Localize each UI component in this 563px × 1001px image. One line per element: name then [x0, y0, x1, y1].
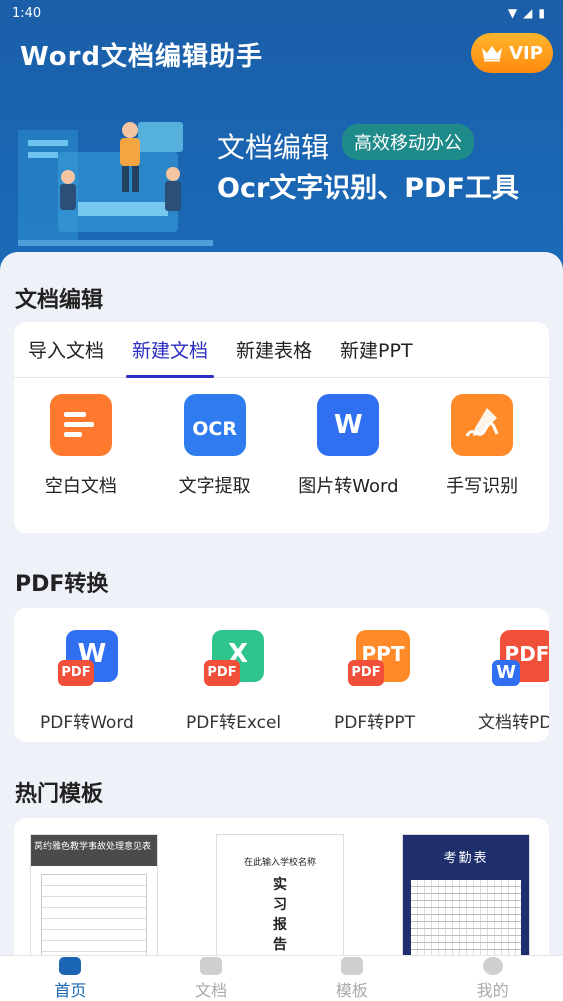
image-to-word-button[interactable]: W 图片转Word: [282, 394, 416, 498]
nav-home-label: 首页: [54, 980, 87, 1000]
template-card[interactable]: 在此输入学校名称 实 习 报 告: [216, 834, 344, 974]
handwriting-label: 手写识别: [446, 476, 519, 497]
doc-to-pdf-icon[interactable]: PDF W: [492, 630, 549, 690]
office-illustration: [18, 122, 213, 246]
handwriting-icon: [451, 394, 514, 456]
pdf-to-word-icon: W PDF: [58, 630, 118, 690]
document-icon: [200, 956, 223, 975]
text-extract-label: 文字提取: [178, 476, 251, 497]
blank-doc-label: 空白文档: [44, 476, 117, 497]
nav-templates-label: 模板: [335, 980, 368, 1000]
crown-icon: [482, 46, 503, 62]
template-title: 在此输入学校名称: [243, 858, 316, 868]
wifi-icon: ▼: [507, 6, 518, 20]
text-extract-button[interactable]: OCR 文字提取: [148, 394, 282, 498]
template-title: 莴约雅色教学事故处理意见表: [31, 835, 157, 866]
templates-card: 莴约雅色教学事故处理意见表 在此输入学校名称 实 习 报 告 考勤表: [14, 818, 549, 978]
pdf-to-excel-icon[interactable]: X PDF: [204, 630, 264, 690]
pdf-title: PDF转换: [15, 572, 109, 597]
template-line: 告: [273, 937, 287, 953]
doc-edit-tabs: 导入文档 新建文档 新建表格 新建PPT: [14, 322, 549, 378]
vip-button[interactable]: VIP: [471, 33, 553, 73]
template-line: 习: [273, 897, 287, 913]
doc-to-pdf-label: 文档转PDF: [478, 713, 549, 733]
app-title: Word文档编辑助手: [20, 42, 264, 72]
doc-edit-card: 导入文档 新建文档 新建表格 新建PPT 空白文档 OCR 文字提取 W 图片转…: [14, 322, 549, 533]
tab-new-doc[interactable]: 新建文档: [126, 322, 215, 378]
handwriting-button[interactable]: 手写识别: [415, 394, 549, 498]
image-to-word-label: 图片转Word: [298, 476, 399, 497]
blank-doc-button[interactable]: 空白文档: [14, 394, 148, 498]
profile-icon: [482, 956, 503, 975]
tab-new-sheet[interactable]: 新建表格: [236, 322, 312, 378]
doc-edit-title: 文档编辑: [15, 288, 104, 313]
battery-icon: ▮: [538, 6, 545, 20]
image-to-word-icon: W: [317, 394, 380, 456]
template-line: 报: [273, 917, 287, 933]
vip-label: VIP: [509, 42, 543, 64]
pdf-to-word-label: PDF转Word: [40, 713, 134, 733]
template-table-preview: [41, 874, 147, 964]
template-card[interactable]: 考勤表: [402, 834, 530, 974]
status-time: 1:40: [12, 5, 42, 21]
banner-line2: Ocr文字识别、PDF工具: [217, 173, 519, 204]
pdf-to-excel-label: PDF转Excel: [186, 713, 282, 733]
banner-line1: 文档编辑: [217, 131, 330, 164]
template-line: 实: [273, 877, 287, 893]
bottom-nav: 首页 文档 模板 我的: [0, 955, 563, 1001]
nav-templates[interactable]: 模板: [282, 956, 423, 1001]
tab-new-ppt[interactable]: 新建PPT: [340, 322, 413, 378]
nav-docs-label: 文档: [195, 980, 228, 1000]
templates-title: 热门模板: [15, 782, 104, 807]
status-bar: 1:40 ▼ ◢ ▮: [0, 0, 563, 26]
pdf-to-ppt-icon[interactable]: PPT PDF: [348, 630, 410, 690]
tab-import-doc[interactable]: 导入文档: [28, 322, 104, 378]
template-icon: [340, 956, 363, 975]
signal-icon: ◢: [523, 6, 533, 20]
pdf-card: W PDF PDF转Word X PDF PDF转Excel PPT PDF P…: [14, 608, 549, 742]
pdf-to-ppt-label: PDF转PPT: [334, 713, 416, 733]
home-icon: [59, 956, 82, 975]
banner-tag: 高效移动办公: [342, 124, 474, 160]
nav-home[interactable]: 首页: [0, 956, 141, 1001]
nav-docs[interactable]: 文档: [141, 956, 282, 1001]
template-title: 考勤表: [443, 851, 489, 866]
nav-mine[interactable]: 我的: [422, 956, 563, 1001]
blank-doc-icon: [49, 394, 112, 456]
pdf-to-word-button[interactable]: W PDF: [58, 630, 118, 690]
ocr-icon: OCR: [183, 394, 246, 456]
nav-mine-label: 我的: [476, 980, 509, 1000]
template-card[interactable]: 莴约雅色教学事故处理意见表: [30, 834, 158, 974]
